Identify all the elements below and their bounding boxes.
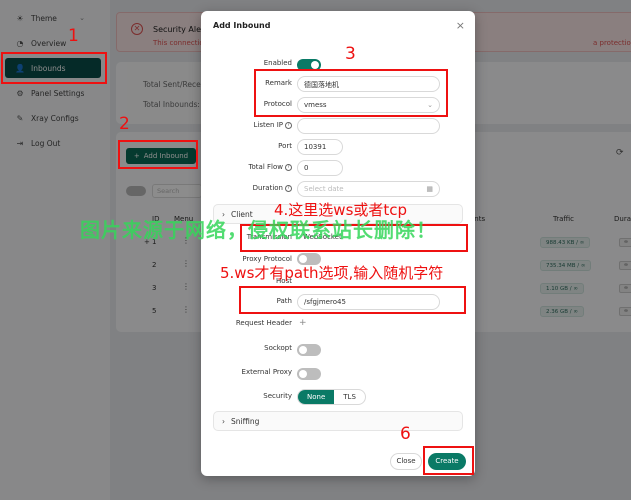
external-proxy-row: External Proxy <box>201 365 475 381</box>
annotation-number-2: 2 <box>119 114 130 134</box>
annotation-number-3: 3 <box>345 44 356 64</box>
total-flow-label: Total Flow? <box>248 163 292 171</box>
calendar-icon: ▦ <box>426 185 433 193</box>
question-icon: ? <box>285 163 292 171</box>
port-input[interactable]: 10391 <box>297 139 343 155</box>
annotation-box-5 <box>239 286 466 314</box>
sockopt-switch[interactable] <box>297 344 321 356</box>
security-segmented: None TLS <box>297 389 366 405</box>
listen-ip-row: Listen IP? <box>201 118 475 134</box>
listen-ip-label: Listen IP? <box>253 121 292 129</box>
annotation-text-5: 5.ws才有path选项,输入随机字符 <box>220 264 444 282</box>
total-flow-input[interactable]: 0 <box>297 160 343 176</box>
duration-label: Duration? <box>253 184 292 192</box>
listen-ip-text: Listen IP <box>253 121 284 129</box>
annotation-box-1 <box>1 52 107 84</box>
annotation-number-6: 6 <box>400 424 411 444</box>
sniffing-collapse[interactable]: › Sniffing <box>213 411 463 431</box>
security-row: Security None TLS <box>201 389 475 405</box>
watermark-text: 图片来源于网络，侵权联系站长删除！ <box>80 218 437 242</box>
security-label: Security <box>263 392 292 400</box>
sockopt-row: Sockopt <box>201 341 475 357</box>
listen-ip-input[interactable] <box>297 118 440 134</box>
annotation-box-2 <box>118 140 198 169</box>
enabled-label: Enabled <box>263 59 292 67</box>
annotation-box-6 <box>423 446 474 475</box>
duration-row: Duration? Select date ▦ <box>201 181 475 197</box>
sniffing-label: Sniffing <box>231 417 260 426</box>
modal-title: Add Inbound <box>213 21 271 30</box>
security-option-none[interactable]: None <box>298 390 335 404</box>
annotation-box-3 <box>254 69 448 117</box>
annotation-number-1: 1 <box>68 26 79 46</box>
request-header-label: Request Header <box>235 319 292 327</box>
plus-icon[interactable]: + <box>299 318 307 328</box>
request-header-row: Request Header + <box>201 316 475 332</box>
security-option-tls[interactable]: TLS <box>334 390 365 404</box>
port-row: Port 10391 <box>201 139 475 155</box>
close-icon[interactable]: × <box>456 19 465 32</box>
port-label: Port <box>278 142 292 150</box>
duration-text: Duration <box>252 184 283 192</box>
external-proxy-switch[interactable] <box>297 368 321 380</box>
question-icon: ? <box>285 184 292 192</box>
duration-placeholder: Select date <box>304 185 344 193</box>
external-proxy-label: External Proxy <box>241 368 292 376</box>
chevron-right-icon: › <box>222 417 225 426</box>
close-button[interactable]: Close <box>390 453 422 470</box>
sockopt-label: Sockopt <box>264 344 292 352</box>
total-flow-row: Total Flow? 0 <box>201 160 475 176</box>
total-flow-text: Total Flow <box>248 163 283 171</box>
question-icon: ? <box>285 121 292 129</box>
duration-date-picker[interactable]: Select date ▦ <box>297 181 440 197</box>
